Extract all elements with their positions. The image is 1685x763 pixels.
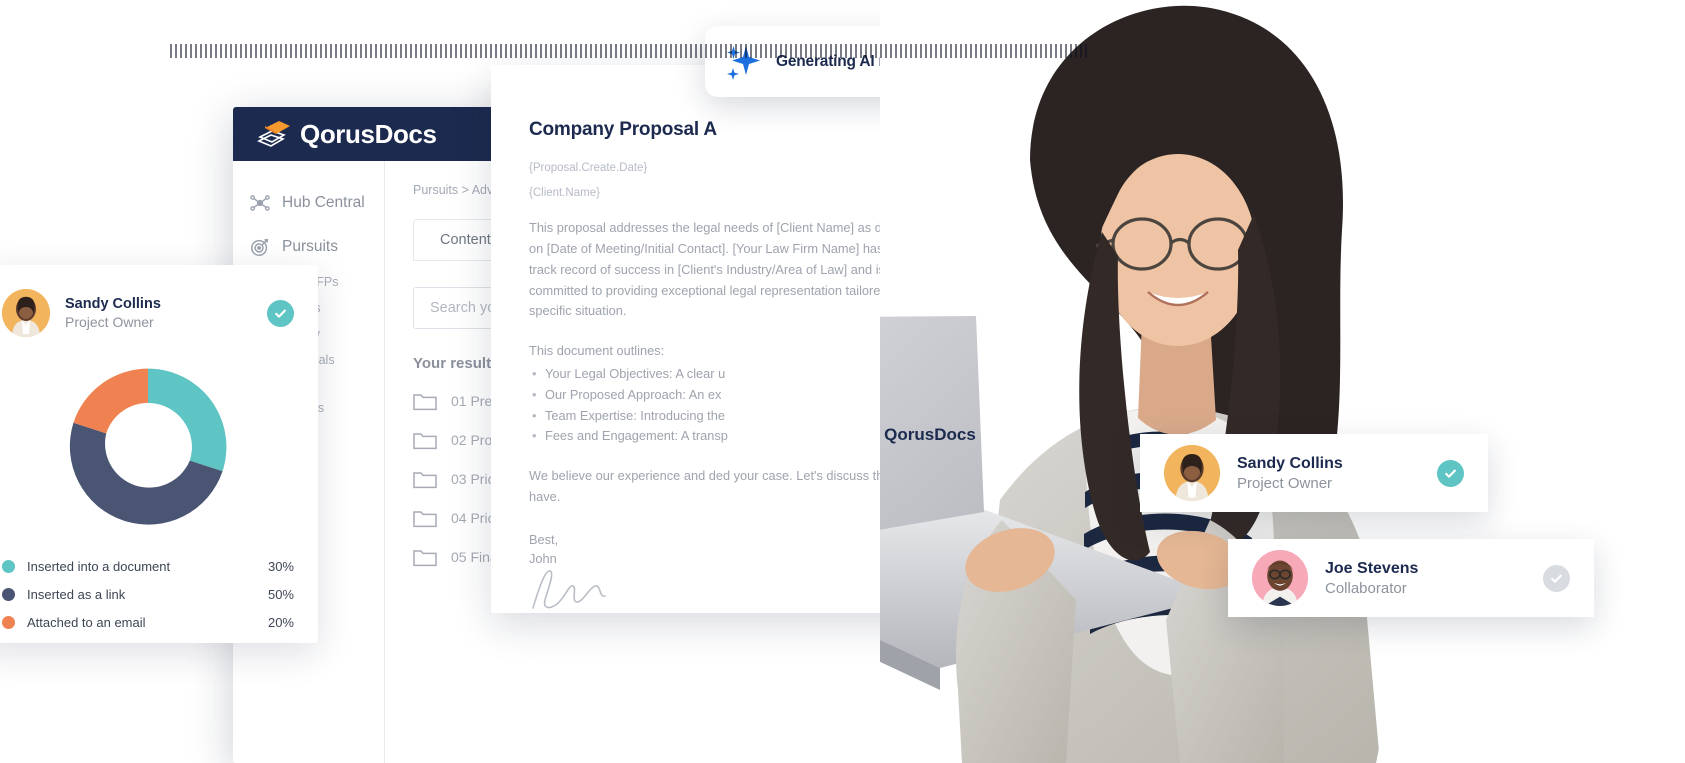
legend-item: Inserted as a link 50% [2, 587, 294, 602]
chart-legend: Inserted into a document 30% Inserted as… [2, 559, 294, 630]
donut-chart-svg [69, 368, 227, 525]
legend-item: Inserted into a document 30% [2, 559, 294, 574]
stats-card-person: Sandy Collins Project Owner [2, 289, 294, 337]
app-logo[interactable]: QorusDocs [257, 119, 437, 150]
sidebar-item-label: Hub Central [282, 194, 365, 211]
list-item-label: 04 Pric [451, 510, 495, 526]
legend-label: Inserted as a link [27, 587, 126, 602]
sidebar-item-label: Pursuits [282, 238, 338, 255]
person-card-sandy-collins: Sandy Collins Project Owner [1140, 434, 1488, 512]
person-role: Project Owner [1237, 474, 1333, 492]
donut-slice-attached-email [73, 368, 148, 434]
folder-icon [413, 469, 437, 489]
avatar [2, 289, 50, 337]
legend-value: 30% [267, 559, 294, 574]
person-role: Project Owner [65, 314, 154, 330]
person-role: Collaborator [1325, 579, 1407, 597]
avatar [1164, 445, 1220, 501]
sidebar-item-hub-central[interactable]: Hub Central [233, 181, 384, 225]
legend-swatch-teal [2, 560, 15, 573]
folder-icon [413, 508, 437, 528]
legend-label: Attached to an email [27, 615, 146, 630]
sidebar-item-pursuits[interactable]: Pursuits [233, 225, 384, 269]
avatar [1252, 550, 1308, 606]
person-name: Sandy Collins [1237, 454, 1343, 472]
donut-chart [2, 349, 294, 545]
legend-label: Inserted into a document [27, 559, 171, 574]
person-name: Sandy Collins [65, 296, 161, 312]
hero-photo-woman-with-laptop: QorusDocs [880, 0, 1520, 763]
person-name: Joe Stevens [1325, 559, 1419, 577]
target-icon [249, 236, 271, 258]
engagement-stats-card: Sandy Collins Project Owner Inserted int… [0, 265, 318, 643]
legend-value: 50% [267, 587, 294, 602]
screenshot-root: QorusDocs WelcomeSandy Hub Central [0, 0, 1685, 763]
hub-network-icon [249, 192, 271, 214]
laptop-brand-label: QorusDocs [884, 425, 976, 444]
list-item-label: 03 Pric [451, 471, 495, 487]
signature-icon [529, 570, 619, 613]
person-card-joe-stevens: Joe Stevens Collaborator [1228, 539, 1594, 617]
decorative-noise-edge [170, 44, 1090, 58]
folder-icon [413, 547, 437, 567]
donut-slice-inserted-document [148, 368, 227, 472]
legend-item: Attached to an email 20% [2, 615, 294, 630]
check-badge-icon [1543, 564, 1570, 592]
folder-icon [413, 391, 437, 411]
app-logo-text: QorusDocs [300, 118, 437, 149]
legend-value: 20% [267, 615, 294, 630]
legend-swatch-orange [2, 616, 15, 629]
qorusdocs-book-icon [257, 119, 291, 149]
legend-swatch-navy [2, 588, 15, 601]
check-badge-icon [267, 299, 294, 327]
folder-icon [413, 430, 437, 450]
check-badge-icon [1437, 459, 1464, 487]
